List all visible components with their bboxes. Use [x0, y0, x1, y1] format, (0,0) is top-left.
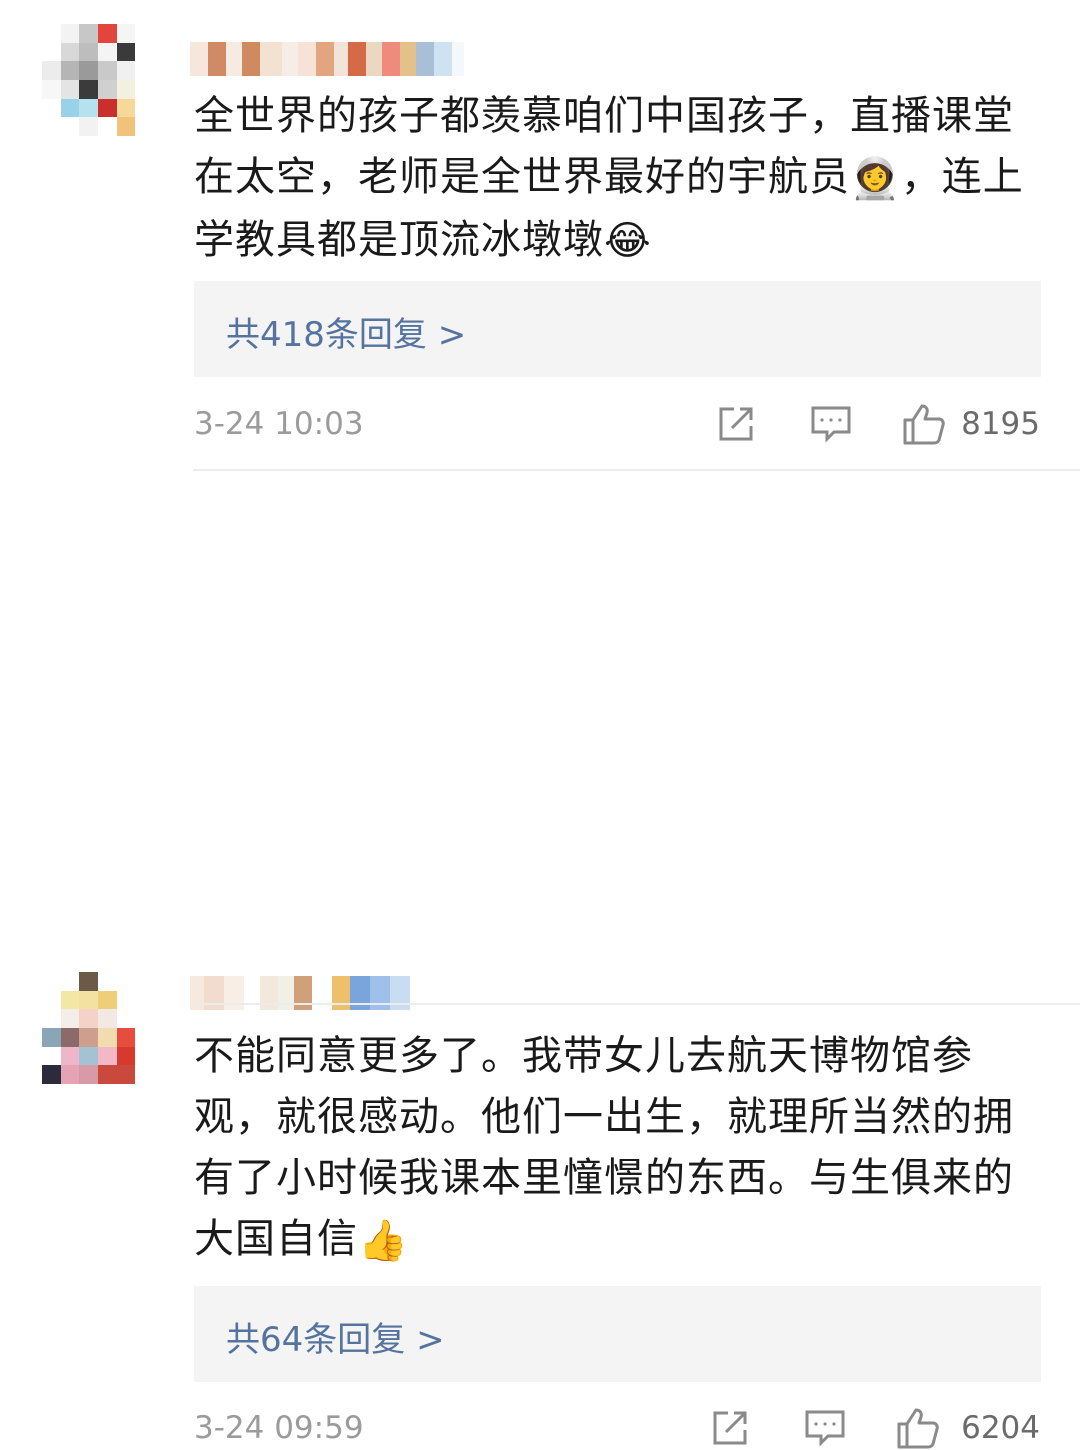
like-icon[interactable]	[896, 1406, 940, 1450]
comment-icon[interactable]	[804, 1408, 846, 1448]
comment-item: 全世界的孩子都羡慕咱们中国孩子，直播课堂在太空，老师是全世界最好的宇航员👩‍🚀，…	[0, 0, 1080, 470]
divider	[193, 469, 1080, 471]
comment-item: 不能同意更多了。我带女儿去航天博物馆参观，就很感动。他们一出生，就理所当然的拥有…	[0, 472, 1080, 1449]
view-replies-button[interactable]: 共418条回复 >	[194, 281, 1041, 377]
avatar[interactable]	[42, 972, 154, 1084]
like-count: 8195	[961, 406, 1040, 442]
comment-body: 不能同意更多了。我带女儿去航天博物馆参观，就很感动。他们一出生，就理所当然的拥有…	[194, 1033, 1014, 1262]
comment-text: 全世界的孩子都羡慕咱们中国孩子，直播课堂在太空，老师是全世界最好的宇航员👩‍🚀，…	[194, 86, 1054, 272]
comment-icon[interactable]	[810, 404, 852, 444]
like-count: 6204	[961, 1410, 1040, 1446]
divider	[193, 1003, 1080, 1005]
avatar[interactable]	[42, 24, 154, 136]
reply-count-label[interactable]: 共64条回复 >	[226, 1312, 445, 1361]
comment-text: 不能同意更多了。我带女儿去航天博物馆参观，就很感动。他们一出生，就理所当然的拥有…	[194, 1026, 1054, 1272]
reply-count-label[interactable]: 共418条回复 >	[226, 307, 466, 356]
view-replies-button[interactable]: 共64条回复 >	[194, 1286, 1041, 1382]
thumbs-up-emoji-icon: 👍	[358, 1217, 409, 1264]
comment-footer: 3-24 09:59 6204	[194, 1406, 1040, 1450]
astronaut-emoji-icon: 👩‍🚀	[850, 155, 901, 202]
share-icon[interactable]	[716, 404, 756, 444]
like-icon[interactable]	[902, 402, 946, 446]
share-icon[interactable]	[710, 1408, 750, 1448]
comment-footer: 3-24 10:03 8195	[194, 402, 1040, 446]
username-blurred[interactable]	[190, 42, 480, 76]
laughing-crying-emoji-icon: 😂	[604, 218, 652, 264]
timestamp: 3-24 10:03	[194, 406, 364, 442]
timestamp: 3-24 09:59	[194, 1410, 364, 1446]
